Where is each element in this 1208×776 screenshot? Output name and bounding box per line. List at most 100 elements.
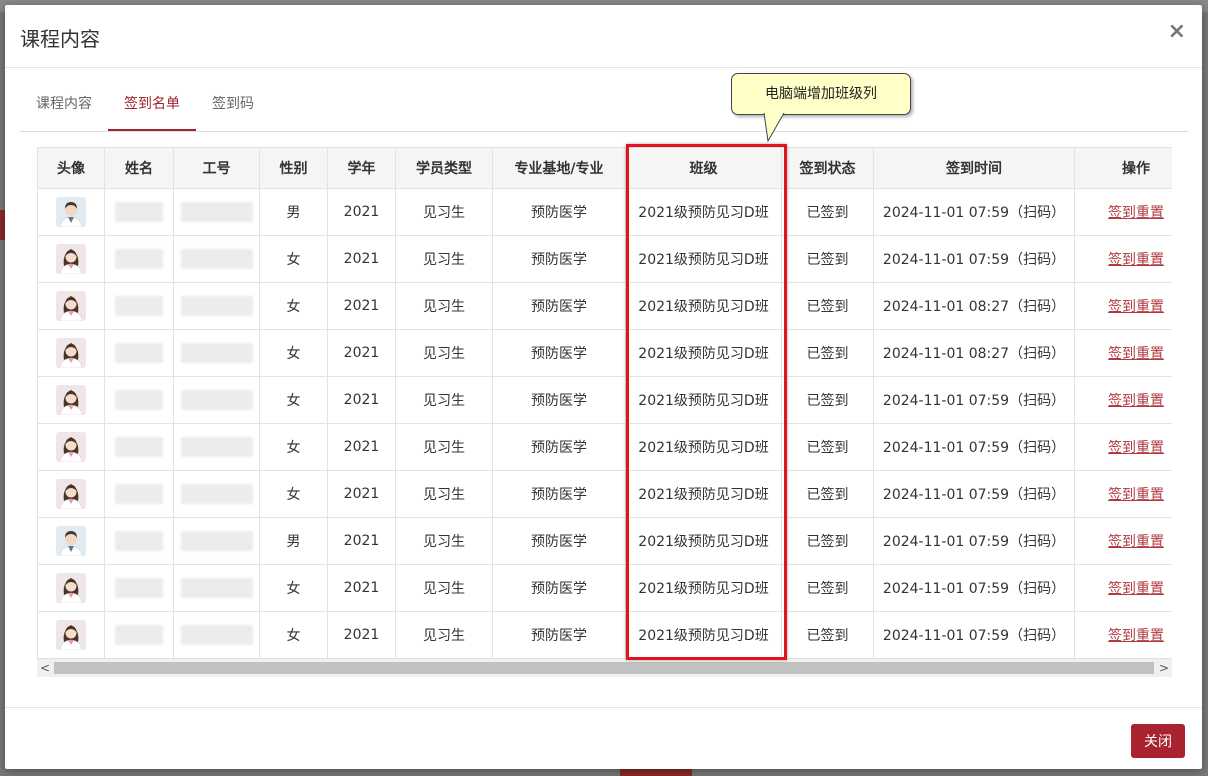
time-cell: 2024-11-01 07:59（扫码） xyxy=(873,564,1075,612)
name-redacted xyxy=(115,437,163,457)
avatar-cell xyxy=(37,235,105,283)
name-cell xyxy=(104,329,174,377)
tab-course-content[interactable]: 课程内容 xyxy=(36,93,92,129)
column-header: 签到时间 xyxy=(873,147,1075,189)
action-cell: 签到重置 xyxy=(1074,423,1172,471)
sign-in-reset-link[interactable]: 签到重置 xyxy=(1108,440,1164,456)
id-cell xyxy=(173,376,260,424)
type-cell: 见习生 xyxy=(395,376,493,424)
table-row: 女 2021 见习生 预防医学 2021级预防见习D班 已签到 2024-11-01 07:… xyxy=(37,470,1172,518)
table-row: 女 2021 见习生 预防医学 2021级预防见习D班 已签到 2024-11-01 07:… xyxy=(37,611,1172,659)
id-redacted xyxy=(180,202,253,222)
id-redacted xyxy=(180,484,253,504)
action-cell: 签到重置 xyxy=(1074,517,1172,565)
time-cell: 2024-11-01 07:59（扫码） xyxy=(873,517,1075,565)
close-button[interactable]: 关闭 xyxy=(1131,724,1185,758)
column-header: 工号 xyxy=(173,147,260,189)
name-redacted xyxy=(115,484,163,504)
scroll-right-icon[interactable]: > xyxy=(1156,659,1172,677)
gender-cell: 女 xyxy=(259,564,328,612)
status-cell: 已签到 xyxy=(781,329,874,377)
female-doctor-icon xyxy=(56,479,86,509)
status-cell: 已签到 xyxy=(781,564,874,612)
name-redacted xyxy=(115,296,163,316)
name-cell xyxy=(104,376,174,424)
major-cell: 预防医学 xyxy=(492,235,626,283)
type-cell: 见习生 xyxy=(395,611,493,659)
class-cell: 2021级预防见习D班 xyxy=(625,611,782,659)
class-cell: 2021级预防见习D班 xyxy=(625,235,782,283)
table-row: 女 2021 见习生 预防医学 2021级预防见习D班 已签到 2024-11-01 07:… xyxy=(37,564,1172,612)
table-row: 女 2021 见习生 预防医学 2021级预防见习D班 已签到 2024-11-01 07:… xyxy=(37,376,1172,424)
modal-footer: 关闭 xyxy=(5,707,1202,769)
time-cell: 2024-11-01 07:59（扫码） xyxy=(873,470,1075,518)
class-cell: 2021级预防见习D班 xyxy=(625,282,782,330)
tab-bar: 课程内容 签到名单 签到码 xyxy=(20,93,1188,132)
column-header: 签到状态 xyxy=(781,147,874,189)
year-cell: 2021 xyxy=(327,188,396,236)
name-cell xyxy=(104,235,174,283)
year-cell: 2021 xyxy=(327,282,396,330)
female-doctor-icon xyxy=(56,385,86,415)
year-cell: 2021 xyxy=(327,376,396,424)
name-redacted xyxy=(115,343,163,363)
type-cell: 见习生 xyxy=(395,423,493,471)
id-cell xyxy=(173,423,260,471)
horizontal-scrollbar[interactable]: < > xyxy=(37,658,1172,677)
name-redacted xyxy=(115,625,163,645)
gender-cell: 女 xyxy=(259,611,328,659)
year-cell: 2021 xyxy=(327,611,396,659)
scroll-thumb[interactable] xyxy=(54,662,1154,674)
name-cell xyxy=(104,470,174,518)
time-cell: 2024-11-01 08:27（扫码） xyxy=(873,282,1075,330)
type-cell: 见习生 xyxy=(395,235,493,283)
action-cell: 签到重置 xyxy=(1074,188,1172,236)
column-header: 姓名 xyxy=(104,147,174,189)
major-cell: 预防医学 xyxy=(492,376,626,424)
sign-in-reset-link[interactable]: 签到重置 xyxy=(1108,487,1164,503)
id-redacted xyxy=(180,578,253,598)
sign-in-reset-link[interactable]: 签到重置 xyxy=(1108,628,1164,644)
name-cell xyxy=(104,282,174,330)
name-redacted xyxy=(115,202,163,222)
scroll-left-icon[interactable]: < xyxy=(37,659,53,677)
sign-in-reset-link[interactable]: 签到重置 xyxy=(1108,393,1164,409)
table-row: 男 2021 见习生 预防医学 2021级预防见习D班 已签到 2024-11-01 07:… xyxy=(37,188,1172,236)
tab-sign-in-list[interactable]: 签到名单 xyxy=(108,93,196,131)
id-redacted xyxy=(180,437,253,457)
table-row: 女 2021 见习生 预防医学 2021级预防见习D班 已签到 2024-11-01 08:… xyxy=(37,282,1172,330)
year-cell: 2021 xyxy=(327,235,396,283)
action-cell: 签到重置 xyxy=(1074,329,1172,377)
sign-in-reset-link[interactable]: 签到重置 xyxy=(1108,346,1164,362)
gender-cell: 女 xyxy=(259,470,328,518)
sign-in-reset-link[interactable]: 签到重置 xyxy=(1108,299,1164,315)
column-header: 性别 xyxy=(259,147,328,189)
major-cell: 预防医学 xyxy=(492,470,626,518)
avatar-cell xyxy=(37,564,105,612)
action-cell: 签到重置 xyxy=(1074,235,1172,283)
id-cell xyxy=(173,517,260,565)
close-icon[interactable]: × xyxy=(1168,21,1186,43)
tab-sign-in-code[interactable]: 签到码 xyxy=(212,93,254,129)
time-cell: 2024-11-01 07:59（扫码） xyxy=(873,423,1075,471)
gender-cell: 男 xyxy=(259,517,328,565)
name-redacted xyxy=(115,578,163,598)
female-doctor-icon xyxy=(56,291,86,321)
sign-in-reset-link[interactable]: 签到重置 xyxy=(1108,205,1164,221)
avatar-cell xyxy=(37,282,105,330)
sign-in-table: 头像 姓名 工号 性别 学年 学员类型 专业基地/专业 班级 签到状态 签到时间 操作 男 2021 见… xyxy=(37,147,1172,659)
type-cell: 见习生 xyxy=(395,188,493,236)
id-cell xyxy=(173,282,260,330)
male-doctor-icon xyxy=(56,526,86,556)
name-cell xyxy=(104,423,174,471)
table-row: 女 2021 见习生 预防医学 2021级预防见习D班 已签到 2024-11-01 07:… xyxy=(37,423,1172,471)
column-header: 操作 xyxy=(1074,147,1172,189)
sign-in-reset-link[interactable]: 签到重置 xyxy=(1108,581,1164,597)
sign-in-reset-link[interactable]: 签到重置 xyxy=(1108,252,1164,268)
id-cell xyxy=(173,329,260,377)
sign-in-reset-link[interactable]: 签到重置 xyxy=(1108,534,1164,550)
action-cell: 签到重置 xyxy=(1074,564,1172,612)
gender-cell: 女 xyxy=(259,329,328,377)
class-cell: 2021级预防见习D班 xyxy=(625,423,782,471)
major-cell: 预防医学 xyxy=(492,329,626,377)
